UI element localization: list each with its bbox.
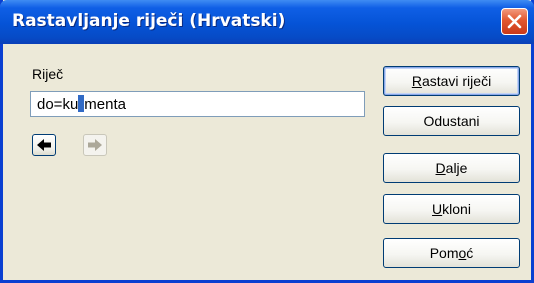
previous-hyphen-button[interactable] — [32, 134, 56, 156]
title-bar[interactable]: Rastavljanje riječi (Hrvatski) — [0, 0, 534, 44]
word-field[interactable]: do=ku menta — [30, 91, 365, 117]
next-button[interactable]: Dalje — [383, 153, 520, 183]
remove-mnemonic: U — [432, 201, 443, 217]
word-text-before: do=ku — [37, 96, 79, 113]
hyphenation-dialog: Rastavljanje riječi (Hrvatski) Riječ do=… — [0, 0, 534, 283]
help-button[interactable]: Pom o ć — [383, 238, 520, 268]
hyphenate-label-rest: astavi riječi — [421, 73, 492, 89]
next-mnemonic: D — [435, 160, 446, 176]
help-label-before: Pom — [429, 245, 459, 261]
cancel-button[interactable]: Odustani — [383, 106, 520, 136]
hyphenate-button[interactable]: Rastavi riječi — [383, 66, 520, 96]
remove-label-rest: kloni — [442, 201, 471, 217]
help-label-after: ć — [466, 245, 474, 261]
close-button[interactable] — [501, 8, 528, 35]
cancel-label: Odustani — [423, 113, 480, 129]
remove-button[interactable]: Ukloni — [383, 194, 520, 224]
arrow-left-icon — [37, 139, 51, 151]
next-label-rest: alje — [445, 160, 468, 176]
close-icon — [507, 14, 522, 29]
next-hyphen-button[interactable] — [83, 134, 107, 156]
help-mnemonic: o — [458, 245, 467, 261]
arrow-right-icon — [88, 139, 102, 151]
hyphenate-mnemonic: R — [411, 73, 422, 89]
dialog-title: Rastavljanje riječi (Hrvatski) — [12, 11, 286, 31]
word-text-after: menta — [84, 96, 126, 113]
word-label: Riječ — [32, 66, 64, 82]
